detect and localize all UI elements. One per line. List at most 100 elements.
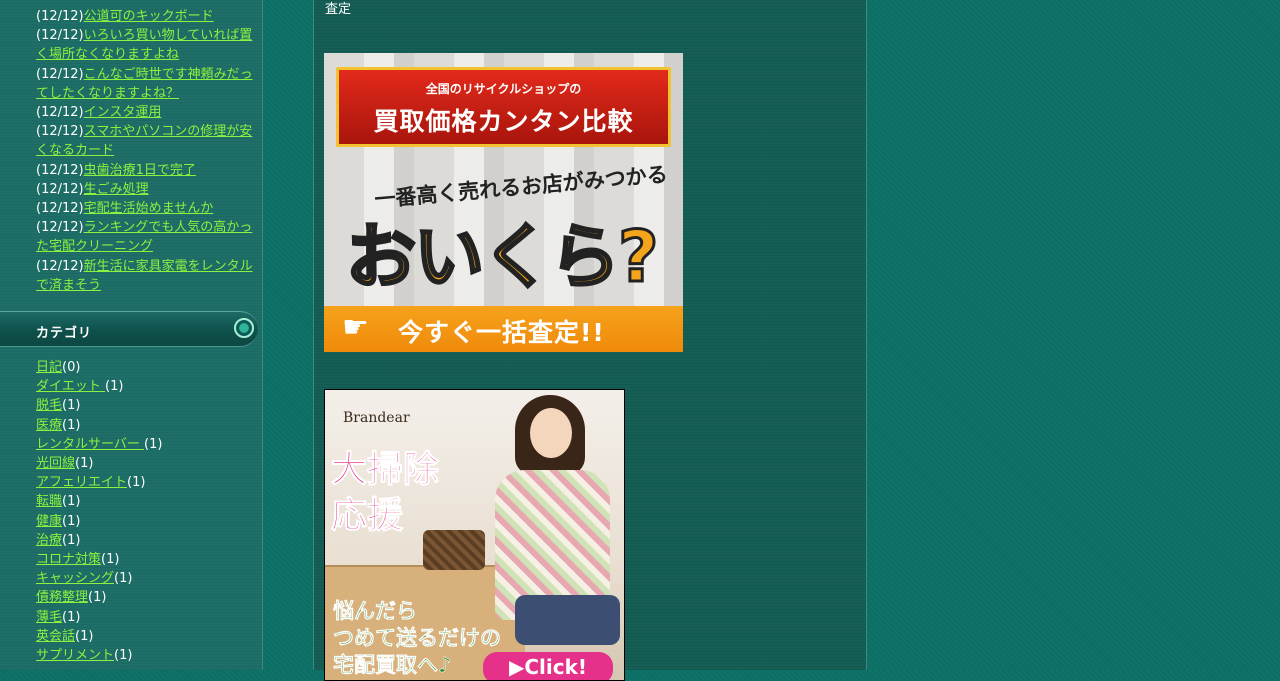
category-count: (0) — [62, 360, 81, 375]
recent-post-item: (12/12)公道可のキックボード — [36, 7, 258, 26]
recent-posts-list: (12/12)公道可のキックボード (12/12)いろいろ買い物していれば置く場… — [36, 7, 258, 295]
category-item: キャッシング(1) — [36, 569, 258, 588]
category-count: (1) — [114, 648, 133, 664]
category-item: コロナ対策(1) — [36, 550, 258, 569]
category-count: (1) — [62, 417, 81, 433]
category-count: (1) — [62, 513, 81, 529]
category-item: レンタルサーバー (1) — [36, 435, 258, 454]
category-link[interactable]: 英会話 — [36, 629, 75, 644]
category-link[interactable]: 債務整理 — [36, 590, 88, 605]
recent-post-date: (12/12) — [36, 220, 84, 236]
oikura-logo: おいくら? — [345, 215, 661, 300]
category-section-header: カテゴリ — [0, 311, 258, 347]
handbag-graphic — [423, 530, 485, 570]
recent-post-item: (12/12)いろいろ買い物していれば置く場所なくなりますよね — [36, 26, 258, 64]
recent-post-item: (12/12)インスタ運用 — [36, 103, 258, 122]
pointing-hand-icon: ☛ — [342, 310, 369, 345]
woman-jeans-graphic — [515, 595, 620, 645]
category-item: 薄毛(1) — [36, 608, 258, 627]
recent-post-item: (12/12)虫歯治療1日で完了 — [36, 161, 258, 180]
banner-line-2: つめて送るだけの — [333, 626, 502, 651]
category-item: サプリメント(1) — [36, 646, 258, 665]
recent-post-date: (12/12) — [36, 124, 84, 140]
banner-title: 買取価格カンタン比較 — [373, 107, 634, 136]
recent-post-item: (12/12)宅配生活始めませんか — [36, 199, 258, 218]
category-item: 日記(0) — [36, 358, 258, 377]
category-count: (1) — [75, 628, 94, 644]
category-link[interactable]: 日記 — [36, 360, 62, 375]
banner-line-1: 悩んだら — [333, 599, 418, 624]
banner-headline-2: 応援 — [330, 495, 404, 537]
banner-headline-1: 大掃除 — [330, 449, 440, 491]
category-item: 英会話(1) — [36, 627, 258, 646]
category-header-title: カテゴリ — [36, 326, 93, 341]
recent-post-link[interactable]: インスタ運用 — [84, 105, 162, 120]
recent-post-item: (12/12)スマホやパソコンの修理が安くなるカード — [36, 122, 258, 160]
category-item: 医療(1) — [36, 416, 258, 435]
woman-face-graphic — [530, 408, 572, 458]
category-link[interactable]: 健康 — [36, 514, 62, 529]
banner-cta-bar[interactable]: ☛ 今すぐ一括査定!! — [324, 306, 683, 352]
brandear-ad-banner[interactable]: Brandear 大掃除 応援 悩んだら つめて送るだけの 宅配買取へ♪ ▶Cl… — [324, 389, 625, 681]
category-count: (1) — [62, 532, 81, 548]
recent-post-date: (12/12) — [36, 28, 84, 44]
recent-post-date: (12/12) — [36, 66, 84, 82]
recent-post-item: (12/12)生ごみ処理 — [36, 180, 258, 199]
category-link[interactable]: サプリメント — [36, 648, 114, 663]
category-link[interactable]: ダイエット — [36, 379, 105, 394]
recent-post-link[interactable]: 虫歯治療1日で完了 — [84, 163, 196, 178]
category-count: (1) — [114, 571, 133, 587]
category-count: (1) — [62, 494, 81, 510]
category-item: 転職(1) — [36, 492, 258, 511]
category-item: 健康(1) — [36, 512, 258, 531]
recent-post-item: (12/12)こんなご時世です神頼みだってしたくなりますよね？ — [36, 65, 258, 103]
recent-post-date: (12/12) — [36, 9, 84, 24]
category-count: (1) — [101, 552, 120, 568]
category-link[interactable]: 光回線 — [36, 456, 75, 471]
category-count: (1) — [88, 590, 107, 606]
category-link[interactable]: コロナ対策 — [36, 552, 101, 567]
recent-post-link[interactable]: 生ごみ処理 — [84, 182, 149, 197]
category-link[interactable]: アフェリエイト — [36, 475, 127, 490]
banner-subtitle: 全国のリサイクルショップの — [425, 82, 582, 96]
category-count: (1) — [105, 379, 124, 395]
category-link[interactable]: キャッシング — [36, 571, 114, 586]
recent-post-date: (12/12) — [36, 162, 84, 178]
recent-post-date: (12/12) — [36, 201, 84, 217]
recent-post-date: (12/12) — [36, 181, 84, 197]
recent-post-date: (12/12) — [36, 105, 84, 121]
banner-ribbon: 全国のリサイクルショップの 買取価格カンタン比較 — [336, 67, 671, 147]
category-link[interactable]: 脱毛 — [36, 398, 62, 413]
truncated-text: 査定 — [325, 2, 352, 17]
main-content: 査定 全国のリサイクルショップの 買取価格カンタン比較 一番高く売れるお店がみつ… — [313, 0, 867, 681]
category-list: 日記(0) ダイエット (1) 脱毛(1) 医療(1) レンタルサーバー (1) 光回線(… — [36, 358, 258, 665]
category-link[interactable]: 医療 — [36, 418, 62, 433]
category-count: (1) — [144, 436, 163, 452]
brandear-logo: Brandear — [343, 410, 410, 426]
recent-post-date: (12/12) — [36, 258, 84, 274]
click-button[interactable]: ▶Click! — [483, 652, 613, 680]
banner-line-3: 宅配買取へ♪ — [333, 653, 452, 678]
category-count: (1) — [62, 398, 81, 414]
category-item: 脱毛(1) — [36, 396, 258, 415]
category-link[interactable]: 薄毛 — [36, 610, 62, 625]
recent-post-link[interactable]: 公道可のキックボード — [84, 9, 214, 24]
category-count: (1) — [127, 475, 146, 491]
category-count: (1) — [75, 456, 94, 472]
category-count: (1) — [62, 609, 81, 625]
category-link[interactable]: 治療 — [36, 533, 62, 548]
category-item: ダイエット (1) — [36, 377, 258, 396]
circle-ornament-icon — [234, 318, 254, 338]
category-item: 債務整理(1) — [36, 588, 258, 607]
category-item: 光回線(1) — [36, 454, 258, 473]
banner-cta-text: 今すぐ一括査定!! — [398, 318, 605, 347]
recent-post-link[interactable]: 宅配生活始めませんか — [84, 201, 214, 216]
category-link[interactable]: 転職 — [36, 494, 62, 509]
category-link[interactable]: レンタルサーバー — [36, 437, 144, 452]
category-item: 治療(1) — [36, 531, 258, 550]
recent-post-item: (12/12)新生活に家具家電をレンタルで済まそう — [36, 257, 258, 295]
oikura-ad-banner[interactable]: 全国のリサイクルショップの 買取価格カンタン比較 一番高く売れるお店がみつかる … — [324, 53, 683, 352]
category-item: アフェリエイト(1) — [36, 473, 258, 492]
recent-post-item: (12/12)ランキングでも人気の高かった宅配クリーニング — [36, 218, 258, 256]
sidebar: (12/12)公道可のキックボード (12/12)いろいろ買い物していれば置く場… — [0, 0, 263, 670]
